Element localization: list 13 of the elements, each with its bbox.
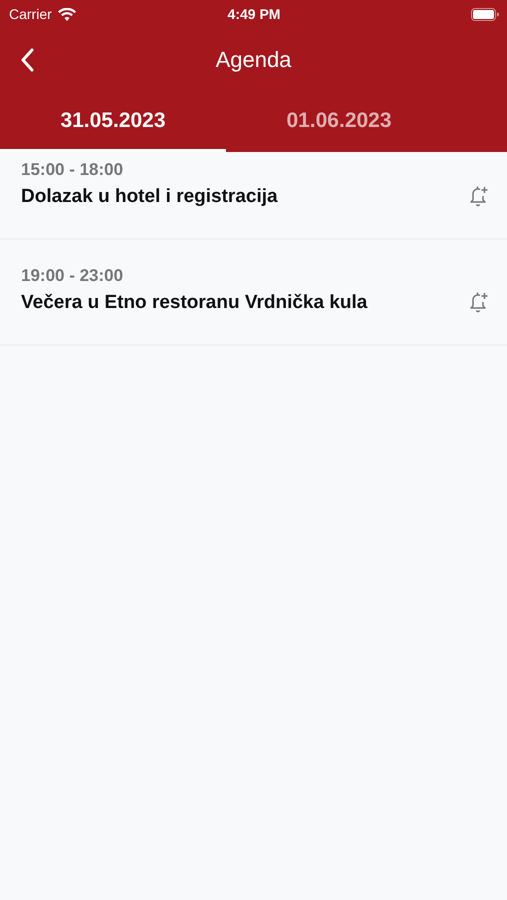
carrier-name: Carrier <box>9 6 52 22</box>
back-icon[interactable] <box>20 48 34 72</box>
bell-plus-icon[interactable] <box>468 291 489 313</box>
battery-icon <box>470 8 499 20</box>
event-title: Dolazak u hotel i registracija <box>21 186 278 208</box>
date-tab[interactable]: 01.06.2023 <box>226 92 452 152</box>
screen-title: Agenda <box>216 47 292 73</box>
event-time: 19:00 - 23:00 <box>21 266 124 286</box>
event-time: 15:00 - 18:00 <box>21 160 124 180</box>
status-time: 4:49 PM <box>228 6 280 22</box>
wifi-icon <box>58 8 76 20</box>
bell-plus-icon[interactable] <box>468 185 489 207</box>
event-title: Večera u Etno restoranu Vrdnička kula <box>21 292 368 314</box>
